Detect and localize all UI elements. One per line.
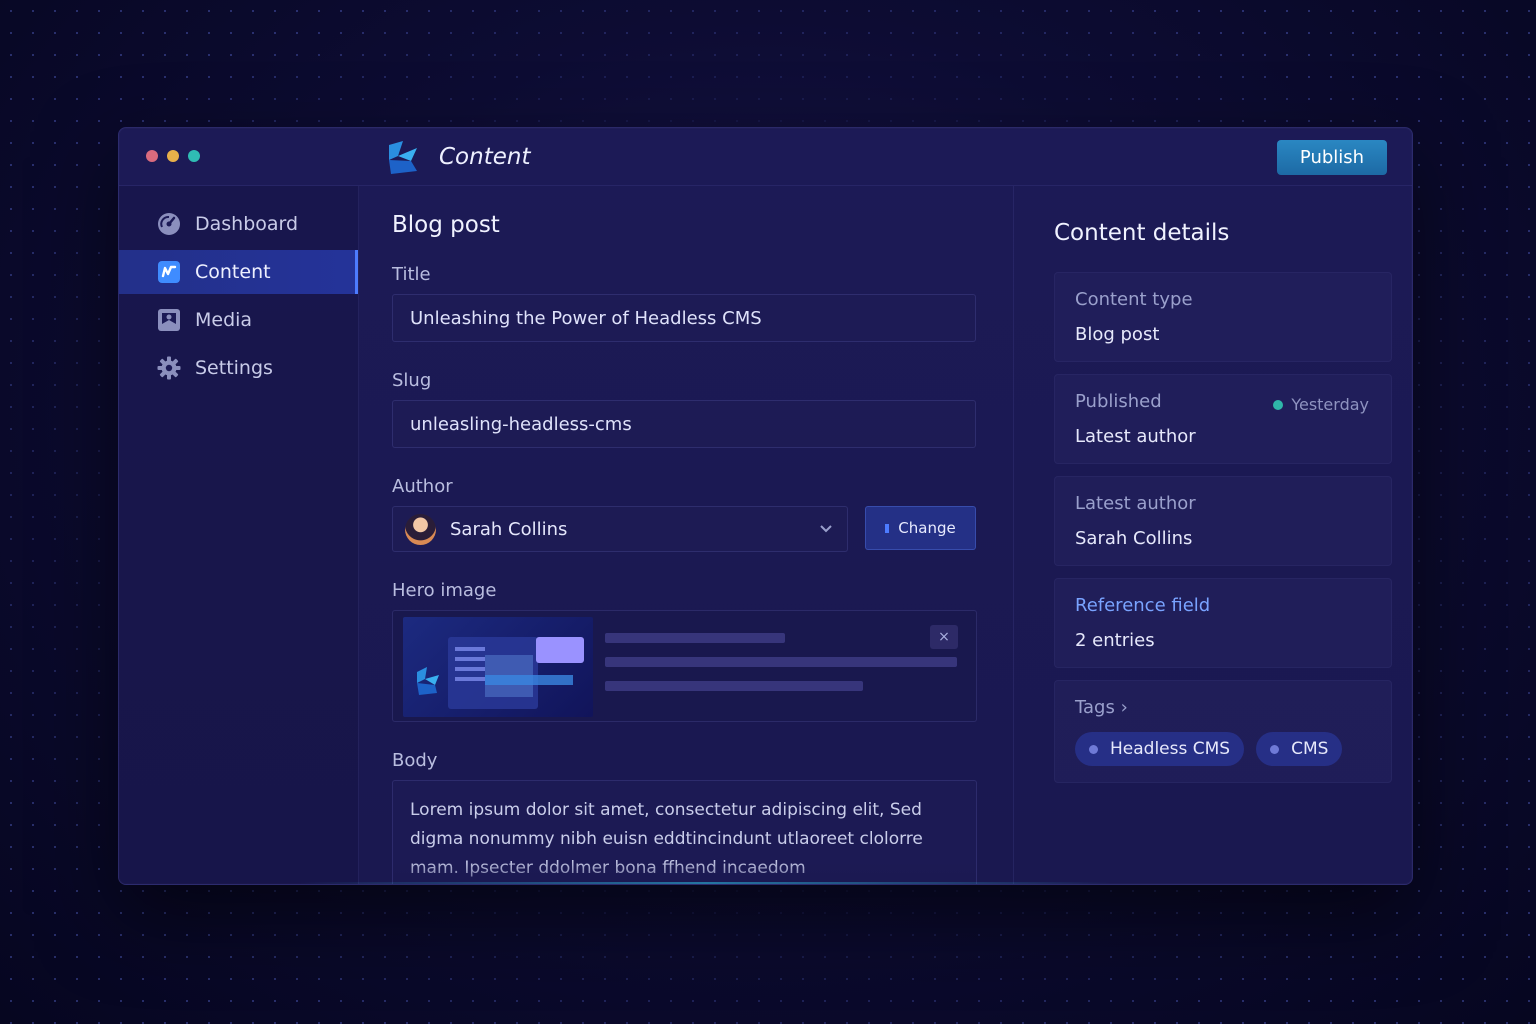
published-status: Yesterday (1273, 395, 1369, 414)
app-title: Content (439, 144, 531, 170)
hero-meta-line (605, 681, 863, 691)
latest-author-card: Latest author Sarah Collins (1054, 476, 1392, 566)
tag-label: Headless CMS (1110, 739, 1231, 759)
author-label: Author (392, 476, 453, 497)
body-label: Body (392, 750, 438, 771)
change-author-button[interactable]: Change (865, 506, 976, 550)
hero-image-field[interactable]: × (392, 610, 977, 722)
titlebar: Content Publish (119, 128, 1412, 186)
sidebar-item-label: Content (195, 261, 271, 283)
close-window-button[interactable] (146, 150, 158, 162)
tag-chip[interactable]: Headless CMS (1075, 732, 1245, 766)
hero-meta-line (605, 633, 785, 643)
sidebar-item-content[interactable]: Content (119, 250, 358, 294)
sidebar-nav: Dashboard Content Media Settings (119, 186, 358, 390)
tags-card: Tags › Headless CMS CMS (1054, 680, 1392, 783)
window-controls (146, 150, 200, 162)
chevron-down-icon (820, 525, 832, 533)
content-type-card: Content type Blog post (1054, 272, 1392, 362)
tag-label: CMS (1291, 739, 1329, 759)
change-button-label: Change (898, 519, 956, 537)
tags-list: Headless CMS CMS (1075, 732, 1371, 766)
content-details-panel: Content details Content type Blog post P… (1013, 186, 1412, 884)
sidebar-item-label: Settings (195, 357, 273, 379)
sidebar-item-dashboard[interactable]: Dashboard (119, 202, 358, 246)
latest-author-value: Sarah Collins (1075, 528, 1193, 549)
change-marker-icon (885, 523, 890, 533)
minimize-window-button[interactable] (167, 150, 179, 162)
avatar (405, 513, 436, 545)
content-type-label: Content type (1075, 289, 1193, 310)
published-value: Latest author (1075, 426, 1196, 447)
hero-meta-line (605, 657, 957, 667)
maximize-window-button[interactable] (188, 150, 200, 162)
published-time: Yesterday (1291, 395, 1369, 414)
content-type-value: Blog post (1075, 324, 1160, 345)
title-input[interactable]: Unleashing the Power of Headless CMS (392, 294, 976, 342)
author-name: Sarah Collins (450, 518, 568, 540)
remove-image-button[interactable]: × (930, 625, 958, 649)
dashboard-gauge-icon (157, 212, 181, 236)
author-select[interactable]: Sarah Collins (392, 506, 848, 552)
slug-input[interactable]: unleasling-headless-cms (392, 400, 976, 448)
tag-chip[interactable]: CMS (1256, 732, 1343, 766)
app-window: Content Publish Dashboard Content Media … (118, 127, 1413, 885)
status-dot-icon (1273, 399, 1284, 410)
hero-image-label: Hero image (392, 580, 497, 601)
body-editor[interactable]: Lorem ipsum dolor sit amet, consectetur … (392, 780, 977, 884)
reference-field-label[interactable]: Reference field (1075, 595, 1371, 616)
author-row: Sarah Collins Change (392, 506, 1012, 552)
sidebar-item-media[interactable]: Media (119, 298, 358, 342)
reference-field-value: 2 entries (1075, 630, 1155, 651)
tags-label[interactable]: Tags › (1075, 697, 1371, 718)
tag-dot-icon (1270, 744, 1280, 754)
details-title: Content details (1054, 220, 1230, 246)
title-label: Title (392, 264, 431, 285)
sidebar-item-label: Media (195, 309, 253, 331)
latest-author-label: Latest author (1075, 493, 1196, 514)
sidebar: Dashboard Content Media Settings (119, 186, 359, 884)
published-card: Published Yesterday Latest author (1054, 374, 1392, 464)
slug-label: Slug (392, 370, 432, 391)
tag-dot-icon (1089, 744, 1098, 754)
reference-field-card[interactable]: Reference field 2 entries (1054, 578, 1392, 668)
content-edit-icon (157, 260, 181, 284)
gear-icon (157, 356, 181, 380)
hero-image-thumbnail (403, 617, 593, 717)
editor-panel: Blog post Title Unleashing the Power of … (360, 186, 1012, 884)
hero-image-preview-icon (417, 637, 584, 709)
publish-button[interactable]: Publish (1277, 140, 1387, 175)
sidebar-item-settings[interactable]: Settings (119, 346, 358, 390)
media-image-icon (157, 308, 181, 332)
sidebar-item-label: Dashboard (195, 213, 299, 235)
page-title: Blog post (392, 212, 500, 238)
app-logo-icon (389, 141, 417, 174)
